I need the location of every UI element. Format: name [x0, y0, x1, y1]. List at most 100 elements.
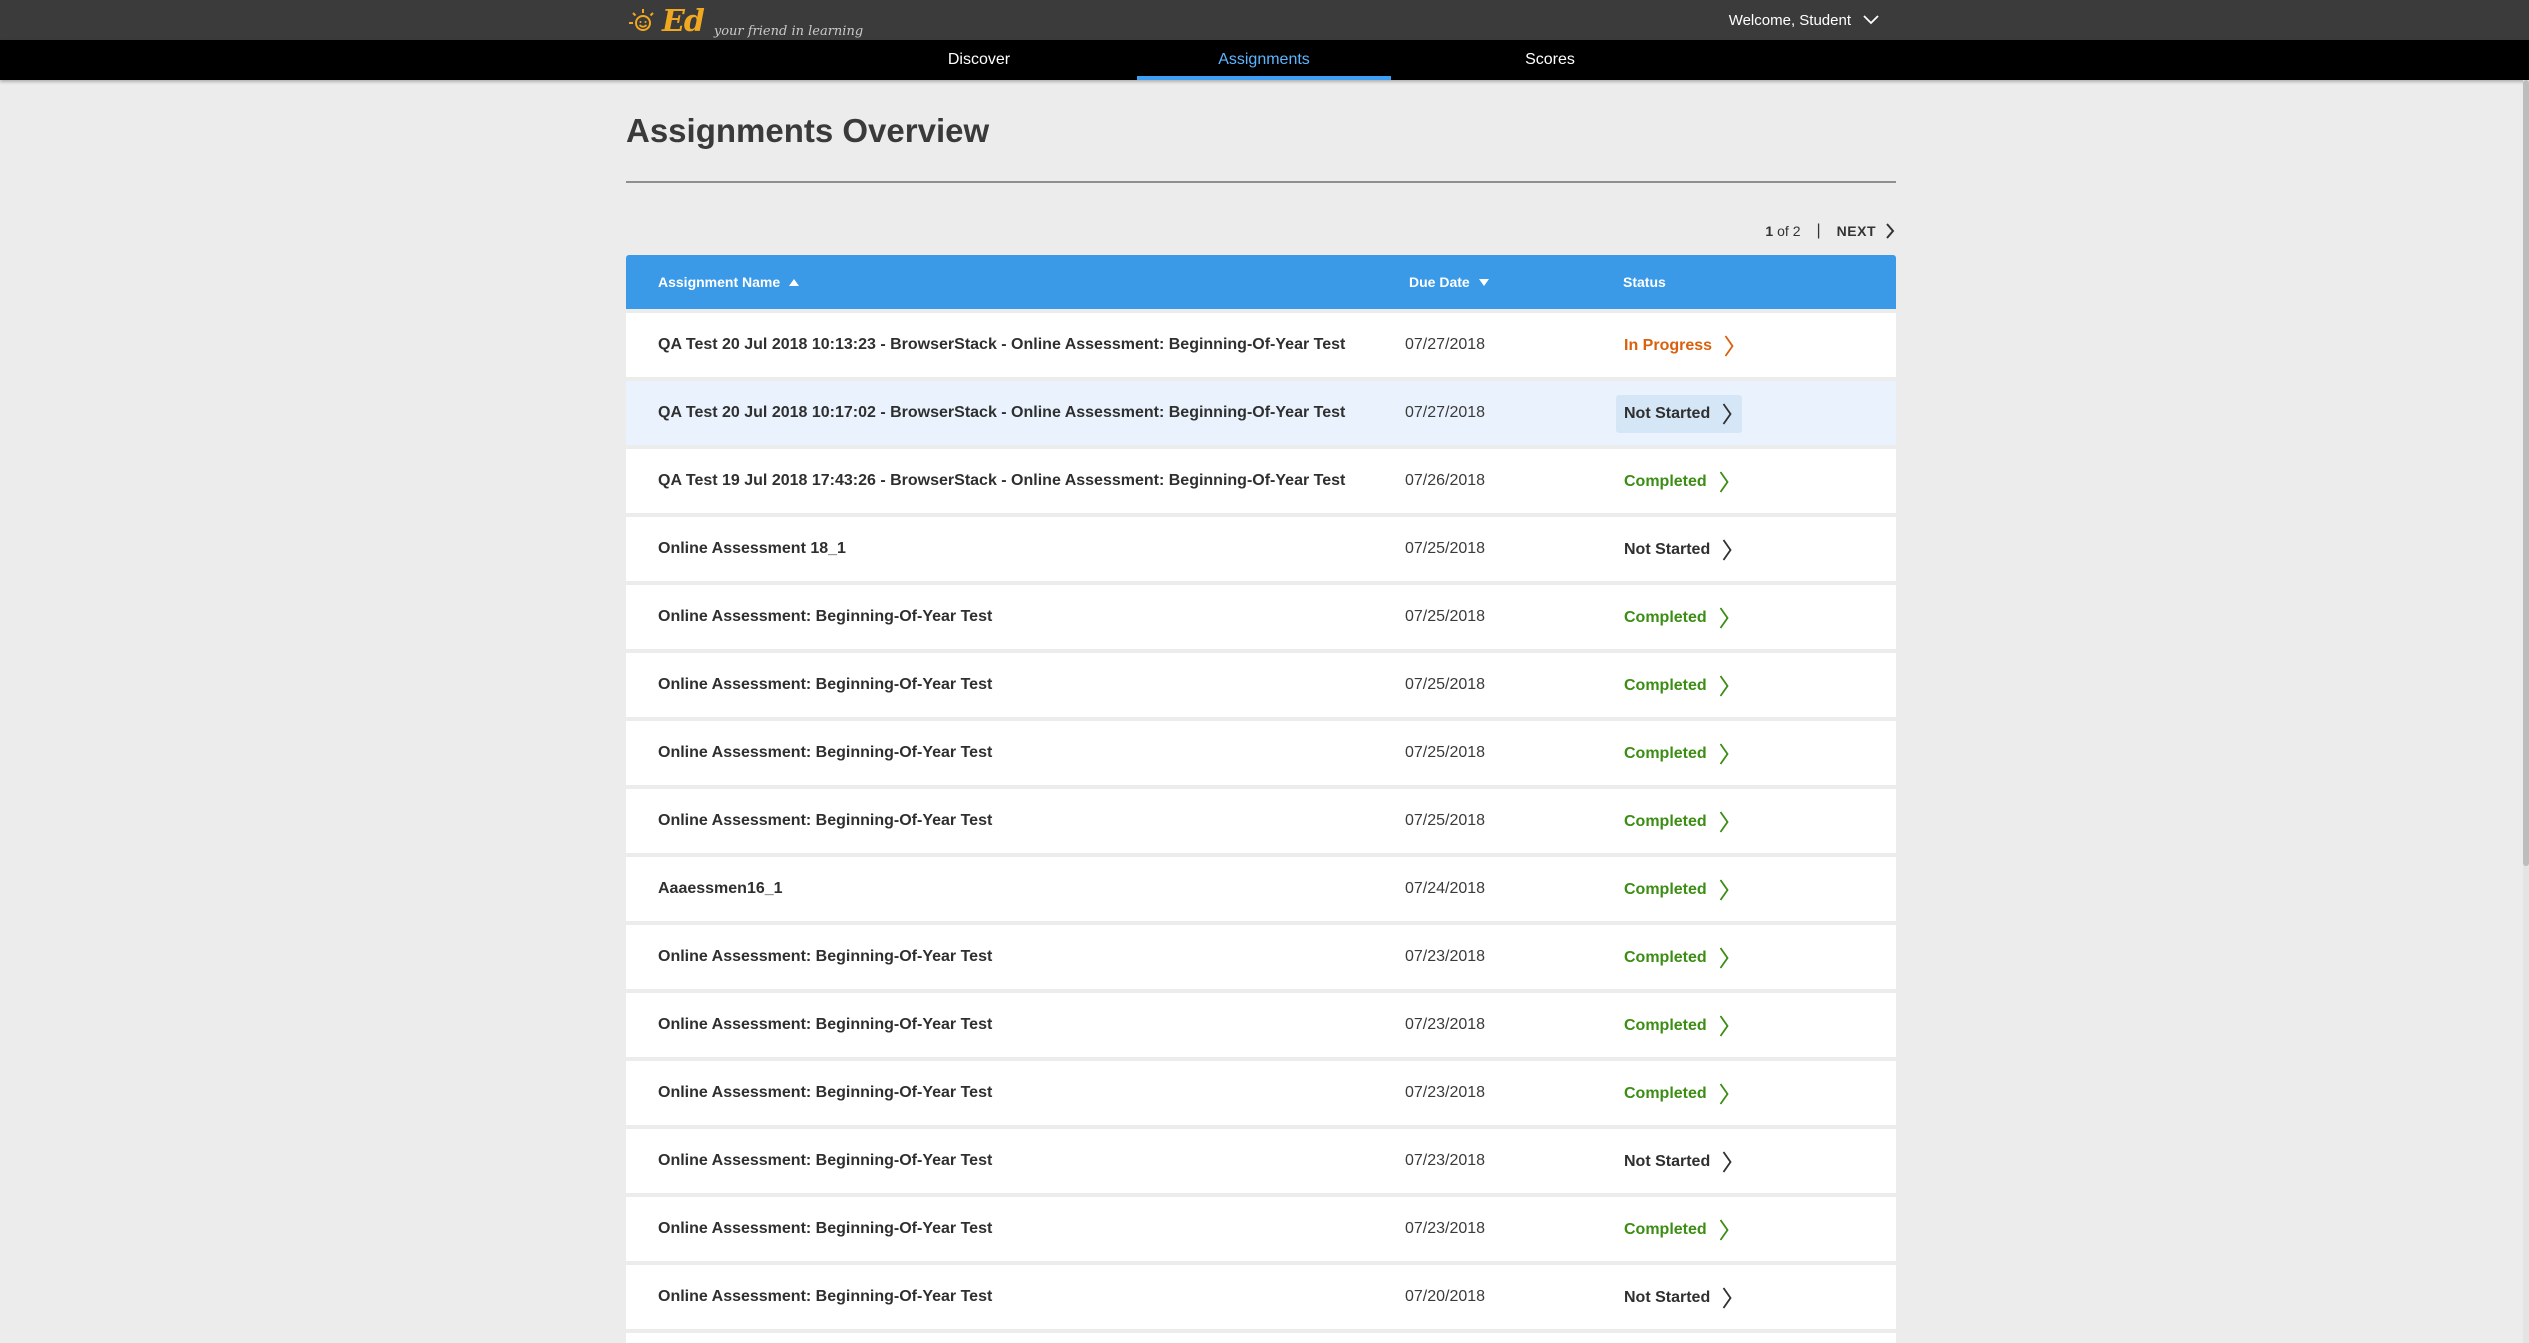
user-menu[interactable]: Welcome, Student — [1729, 0, 1879, 40]
chevron-right-icon — [1722, 1151, 1732, 1173]
table-row[interactable]: Online Assessment: Beginning-Of-Year Tes… — [626, 925, 1896, 989]
table-row[interactable]: QA Test 20 Jul 2018 10:17:02 - BrowserSt… — [626, 381, 1896, 445]
chevron-down-icon — [1863, 15, 1879, 25]
due-date: 07/27/2018 — [1405, 404, 1486, 421]
status-label: Not Started — [1624, 541, 1711, 558]
status-button[interactable]: Completed — [1616, 803, 1739, 841]
table-row[interactable]: Online Assessment 18_1 07/25/2018 Not Star… — [626, 517, 1896, 581]
table-row[interactable]: Online Assessment: Beginning-Of-Year Tes… — [626, 1197, 1896, 1261]
pager-separator: | — [1816, 222, 1821, 239]
assignment-name[interactable]: Online Assessment: Beginning-Of-Year Tes… — [658, 1129, 992, 1193]
chevron-right-icon — [1719, 743, 1729, 765]
table-row[interactable]: Online Assessment: Beginning-Of-Year Tes… — [626, 653, 1896, 717]
table-row[interactable]: QA Test 20 Jul 2018 10:13:23 - BrowserSt… — [626, 313, 1896, 377]
table-row[interactable]: Aaaessmen16_1 07/24/2018 Completed — [626, 857, 1896, 921]
table-row[interactable]: Online Assessment: Beginning-Of-Year Tes… — [626, 1265, 1896, 1329]
due-date: 07/26/2018 — [1405, 472, 1486, 489]
status-button[interactable]: Not Started — [1616, 395, 1743, 433]
table-row[interactable]: Online Assessment: Beginning-Of-Year Tes… — [626, 1129, 1896, 1193]
due-date: 07/25/2018 — [1405, 812, 1486, 829]
column-header-status[interactable]: Status — [1623, 255, 1666, 309]
table-row[interactable]: Online Assessment: Beginning-Of-Year Tes… — [626, 993, 1896, 1057]
due-date: 07/20/2018 — [1405, 1288, 1486, 1305]
chevron-right-icon — [1719, 947, 1729, 969]
assignments-table: Assignment Name Due Date Status QA Test … — [626, 255, 1896, 1343]
status-button[interactable]: Completed — [1616, 1007, 1739, 1045]
status-button[interactable]: Completed — [1616, 1211, 1739, 1249]
table-row[interactable]: Online Assessment: Beginning-Of-Year Tes… — [626, 789, 1896, 853]
status-button[interactable]: Not Started — [1616, 1143, 1742, 1181]
page-total: of 2 — [1777, 223, 1801, 239]
column-label-status: Status — [1623, 274, 1666, 290]
page-title: Assignments Overview — [626, 112, 990, 149]
status-button[interactable]: Not Started — [1616, 531, 1742, 569]
assignment-name[interactable]: Online Assessment: Beginning-Of-Year Tes… — [658, 925, 992, 989]
welcome-text: Welcome, Student — [1728, 11, 1851, 29]
chevron-right-icon — [1722, 403, 1732, 425]
sun-logo-icon — [629, 9, 654, 31]
scrollbar-thumb[interactable] — [2523, 80, 2529, 866]
page-current: 1 — [1765, 223, 1774, 239]
status-button[interactable]: In Progress — [1616, 327, 1744, 365]
due-date: 07/25/2018 — [1405, 676, 1486, 693]
logo-text: Ed — [662, 4, 705, 39]
chevron-right-icon — [1724, 335, 1734, 357]
status-button[interactable]: Completed — [1616, 735, 1739, 773]
chevron-right-icon — [1722, 1287, 1732, 1309]
status-button[interactable]: Completed — [1616, 871, 1739, 909]
status-label: Completed — [1624, 881, 1707, 898]
table-body: QA Test 20 Jul 2018 10:13:23 - BrowserSt… — [626, 313, 1896, 1343]
assignment-name[interactable]: Online Assessment: Beginning-Of-Year Tes… — [658, 789, 992, 853]
table-row[interactable]: QA Test 19 Jul 2018 17:43:26 - BrowserSt… — [626, 449, 1896, 513]
next-page-button[interactable]: NEXT — [1837, 223, 1895, 239]
assignment-name[interactable]: Online Assessment: Beginning-Of-Year Tes… — [658, 1197, 992, 1261]
tab-scores[interactable]: Scores — [1423, 40, 1677, 80]
tab-assignments[interactable]: Assignments — [1137, 40, 1391, 80]
assignment-name[interactable]: Online Assessment: Beginning-Of-Year Tes… — [658, 721, 992, 785]
assignment-name[interactable]: Online Assessment: Beginning-Of-Year Tes… — [658, 1265, 992, 1329]
assignment-name[interactable]: QA Test 19 Jul 2018 17:43:26 - BrowserSt… — [658, 449, 1345, 513]
column-label-due: Due Date — [1409, 274, 1470, 290]
table-header: Assignment Name Due Date Status — [626, 255, 1896, 309]
table-row[interactable] — [626, 1333, 1896, 1343]
due-date: 07/23/2018 — [1405, 1084, 1486, 1101]
status-label: Completed — [1624, 1017, 1707, 1034]
due-date: 07/23/2018 — [1405, 1016, 1486, 1033]
tab-discover[interactable]: Discover — [852, 40, 1106, 80]
assignment-name[interactable]: Online Assessment: Beginning-Of-Year Tes… — [658, 993, 992, 1057]
status-label: Completed — [1624, 1221, 1707, 1238]
status-button[interactable]: Completed — [1616, 463, 1739, 501]
status-button[interactable]: Completed — [1616, 939, 1739, 977]
due-date: 07/25/2018 — [1405, 744, 1486, 761]
status-button[interactable]: Not Started — [1616, 1279, 1742, 1317]
assignment-name[interactable]: Online Assessment: Beginning-Of-Year Tes… — [658, 653, 992, 717]
top-bar: Ed your friend in learning Welcome, Stud… — [0, 0, 2529, 40]
assignment-name[interactable]: Online Assessment: Beginning-Of-Year Tes… — [658, 585, 992, 649]
status-button[interactable]: Completed — [1616, 667, 1739, 705]
brand-logo[interactable]: Ed your friend in learning — [628, 3, 863, 39]
assignment-name[interactable]: QA Test 20 Jul 2018 10:13:23 - BrowserSt… — [658, 313, 1345, 377]
status-button[interactable]: Completed — [1616, 1075, 1739, 1113]
column-header-name[interactable]: Assignment Name — [658, 255, 800, 309]
assignment-name[interactable]: Online Assessment 18_1 — [658, 517, 846, 581]
status-label: Completed — [1624, 949, 1707, 966]
chevron-right-icon — [1719, 471, 1729, 493]
assignment-name[interactable]: Online Assessment: Beginning-Of-Year Tes… — [658, 1061, 992, 1125]
chevron-right-icon — [1719, 1015, 1729, 1037]
status-button[interactable]: Completed — [1616, 599, 1739, 637]
chevron-right-icon — [1886, 223, 1895, 239]
title-divider — [626, 181, 1896, 183]
chevron-right-icon — [1719, 675, 1729, 697]
column-header-due-date[interactable]: Due Date — [1409, 255, 1489, 309]
table-row[interactable]: Online Assessment: Beginning-Of-Year Tes… — [626, 721, 1896, 785]
assignment-name[interactable]: QA Test 20 Jul 2018 10:17:02 - BrowserSt… — [658, 381, 1345, 445]
due-date: 07/23/2018 — [1405, 1152, 1486, 1169]
due-date: 07/23/2018 — [1405, 948, 1486, 965]
chevron-right-icon — [1719, 607, 1729, 629]
status-label: Completed — [1624, 473, 1707, 490]
table-row[interactable]: Online Assessment: Beginning-Of-Year Tes… — [626, 585, 1896, 649]
assignment-name[interactable]: Aaaessmen16_1 — [658, 857, 783, 921]
chevron-right-icon — [1719, 1083, 1729, 1105]
table-row[interactable]: Online Assessment: Beginning-Of-Year Tes… — [626, 1061, 1896, 1125]
app-window: Ed your friend in learning Welcome, Stud… — [0, 0, 2529, 1343]
